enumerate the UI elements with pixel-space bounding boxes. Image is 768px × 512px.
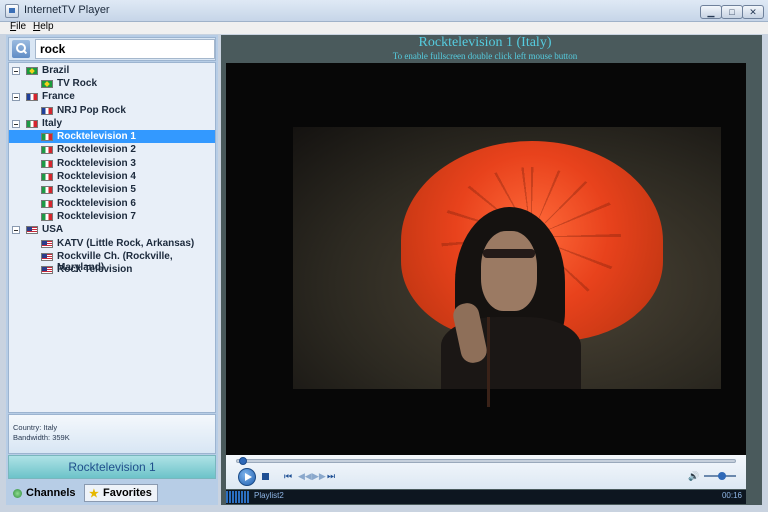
brazil-flag-icon bbox=[26, 67, 38, 75]
star-icon: ★ bbox=[89, 488, 99, 500]
italy-flag-icon bbox=[26, 120, 38, 128]
country-label: Country: Italy bbox=[13, 423, 58, 432]
panel-tabs: Channels ★ Favorites bbox=[6, 483, 218, 505]
tree-channel[interactable]: Rocktelevision 7 bbox=[9, 210, 215, 223]
player-status-bar: Playlist2 00:16 bbox=[226, 490, 746, 504]
player-header: Rocktelevision 1 (Italy) To enable fulls… bbox=[221, 35, 762, 62]
brazil-flag-icon bbox=[41, 80, 53, 88]
collapse-icon[interactable] bbox=[12, 120, 20, 128]
playback-controls: ⏮ ◀◀ ▶▶ ⏭ 🔊 bbox=[226, 455, 746, 489]
usa-flag-icon bbox=[41, 253, 53, 261]
maximize-button[interactable]: □ bbox=[721, 5, 743, 19]
france-flag-icon bbox=[41, 107, 53, 115]
tree-channel[interactable]: Rocktelevision 4 bbox=[9, 170, 215, 183]
italy-flag-icon bbox=[41, 186, 53, 194]
window-title: InternetTV Player bbox=[24, 4, 110, 16]
tree-channel-selected[interactable]: Rocktelevision 1 bbox=[9, 130, 215, 143]
tab-channels[interactable]: Channels bbox=[8, 485, 84, 503]
italy-flag-icon bbox=[41, 160, 53, 168]
video-person bbox=[435, 207, 585, 407]
channel-info: Country: Italy Bandwidth: 359K bbox=[8, 414, 216, 454]
tree-channel[interactable]: Rock Television bbox=[9, 263, 215, 276]
collapse-icon[interactable] bbox=[12, 67, 20, 75]
tree-country-france[interactable]: France bbox=[9, 90, 215, 103]
italy-flag-icon bbox=[41, 173, 53, 181]
title-bar: InternetTV Player ▁ □ ✕ bbox=[0, 0, 768, 22]
stop-button[interactable] bbox=[262, 473, 269, 480]
tree-channel[interactable]: Rocktelevision 6 bbox=[9, 197, 215, 210]
seek-handle[interactable] bbox=[239, 457, 247, 465]
fast-forward-button[interactable]: ▶▶ bbox=[312, 471, 326, 481]
channel-title: Rocktelevision 1 (Italy) bbox=[418, 35, 552, 50]
close-button[interactable]: ✕ bbox=[742, 5, 764, 19]
next-button[interactable]: ⏭ bbox=[327, 471, 335, 481]
seek-bar[interactable] bbox=[236, 457, 736, 465]
tree-channel[interactable]: KATV (Little Rock, Arkansas) bbox=[9, 237, 215, 250]
search-icon[interactable] bbox=[12, 40, 30, 58]
rewind-button[interactable]: ◀◀ bbox=[298, 471, 312, 481]
fullscreen-hint: To enable fullscreen double click left m… bbox=[392, 51, 578, 61]
app-icon bbox=[5, 4, 19, 18]
tree-channel[interactable]: Rocktelevision 2 bbox=[9, 143, 215, 156]
collapse-icon[interactable] bbox=[12, 93, 20, 101]
bandwidth-label: Bandwidth: 359K bbox=[13, 433, 70, 442]
playlist-label[interactable]: Playlist2 bbox=[254, 491, 284, 500]
channel-panel: Brazil TV Rock France NRJ Pop Rock Italy… bbox=[6, 35, 218, 505]
now-playing-label: Rocktelevision 1 bbox=[8, 455, 216, 479]
tree-country-brazil[interactable]: Brazil bbox=[9, 64, 215, 77]
tree-country-usa[interactable]: USA bbox=[9, 223, 215, 236]
volume-slider[interactable] bbox=[704, 472, 736, 480]
elapsed-time: 00:16 bbox=[721, 491, 742, 500]
volume-handle[interactable] bbox=[718, 472, 726, 480]
search-box bbox=[8, 37, 216, 61]
tree-channel[interactable]: Rockville Ch. (Rockville, Maryland) bbox=[9, 250, 215, 273]
menu-bar: File Help bbox=[0, 21, 768, 34]
tab-favorites[interactable]: ★ Favorites bbox=[84, 484, 158, 502]
menu-file[interactable]: File bbox=[10, 21, 26, 32]
search-input[interactable] bbox=[35, 39, 215, 59]
italy-flag-icon bbox=[41, 200, 53, 208]
tree-channel[interactable]: TV Rock bbox=[9, 77, 215, 90]
italy-flag-icon bbox=[41, 133, 53, 141]
italy-flag-icon bbox=[41, 213, 53, 221]
playlist-grip-icon[interactable] bbox=[226, 491, 250, 503]
tree-channel[interactable]: Rocktelevision 5 bbox=[9, 183, 215, 196]
video-area[interactable] bbox=[226, 63, 746, 455]
france-flag-icon bbox=[26, 93, 38, 101]
tree-channel[interactable]: NRJ Pop Rock bbox=[9, 104, 215, 117]
minimize-button[interactable]: ▁ bbox=[700, 5, 722, 19]
tree-channel[interactable]: Rocktelevision 3 bbox=[9, 157, 215, 170]
player-panel: Rocktelevision 1 (Italy) To enable fulls… bbox=[221, 35, 762, 505]
volume-icon[interactable]: 🔊 bbox=[688, 471, 699, 481]
collapse-icon[interactable] bbox=[12, 226, 20, 234]
usa-flag-icon bbox=[26, 226, 38, 234]
play-button[interactable] bbox=[238, 468, 256, 486]
video-frame bbox=[293, 127, 721, 407]
channel-tree: Brazil TV Rock France NRJ Pop Rock Italy… bbox=[8, 62, 216, 413]
usa-flag-icon bbox=[41, 240, 53, 248]
previous-button[interactable]: ⏮ bbox=[284, 471, 292, 481]
italy-flag-icon bbox=[41, 146, 53, 154]
menu-help[interactable]: Help bbox=[33, 21, 54, 32]
globe-icon bbox=[13, 489, 22, 498]
tree-country-italy[interactable]: Italy bbox=[9, 117, 215, 130]
usa-flag-icon bbox=[41, 266, 53, 274]
